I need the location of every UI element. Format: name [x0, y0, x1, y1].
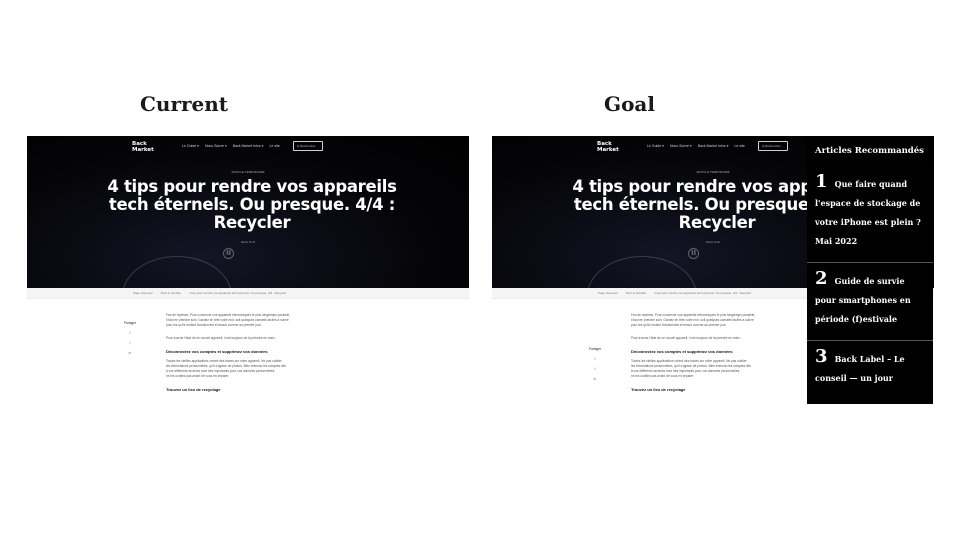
current-label: Current: [140, 92, 229, 116]
article-author: Marie Petit: [240, 240, 256, 244]
text-line: Pour trouver l'état de ce nouvel apparei…: [166, 336, 276, 340]
breadcrumb-item: 4 tips pour rendre vos appareils tech ét…: [653, 291, 752, 295]
subheading: Trouvez un lieu de recyclage: [166, 387, 221, 392]
rec-number: 2: [815, 268, 828, 289]
back-market-logo[interactable]: Back Market: [597, 141, 621, 153]
share-column: Partager f t in: [585, 347, 605, 387]
text-line: Pour trouver l'état de ce nouvel apparei…: [631, 336, 741, 340]
facebook-icon[interactable]: f: [585, 357, 605, 361]
nav-item[interactable]: Back Market Infos ▾: [698, 144, 729, 148]
sidebar-title: Articles Recommandés: [815, 146, 924, 156]
intro-paragraph: Fan de reprises. Pour conserver vos appa…: [631, 313, 781, 328]
recommended-article-2[interactable]: 2 Guide de survie pour smartphones en pé…: [815, 269, 925, 326]
breadcrumb-item[interactable]: Tech et durable: [160, 291, 181, 295]
text-line: pour les qu'ils restent fonctionnels et …: [631, 323, 727, 327]
recommended-article-3[interactable]: 3 Back Label – Le conseil — un jour: [815, 347, 925, 385]
nav-item[interactable]: Le Guide ▾: [647, 144, 664, 148]
divider: [807, 262, 933, 263]
body-paragraph: Toutes les vieilles applications créent …: [166, 359, 316, 379]
section-heading: Déconnectez vos comptes et supprimez vos…: [631, 349, 733, 354]
search-input[interactable]: Q Rechercher: [758, 141, 788, 151]
breadcrumb: Page d'accueil Tech et durable 4 tips po…: [27, 288, 469, 299]
note-paragraph: Pour trouver l'état de ce nouvel apparei…: [166, 336, 316, 341]
breadcrumb-item[interactable]: Tech et durable: [625, 291, 646, 295]
divider: [807, 340, 933, 341]
rec-number: 3: [815, 346, 828, 367]
recommended-article-1[interactable]: 1 Que faire quand l'espace de stockage d…: [815, 172, 925, 248]
twitter-icon[interactable]: t: [120, 341, 140, 345]
current-screenshot: Back Market Le Guide ▾ Nous Suivre ▾ Bac…: [27, 136, 469, 426]
goal-label: Goal: [604, 92, 655, 116]
hero-decoration: [587, 256, 697, 288]
note-paragraph: Pour trouver l'état de ce nouvel apparei…: [631, 336, 781, 341]
article-title: 4 tips pour rendre vos appareils tech ét…: [107, 177, 397, 232]
text-line: pour les qu'ils restent fonctionnels et …: [166, 323, 262, 327]
twitter-icon[interactable]: t: [585, 367, 605, 371]
facebook-icon[interactable]: f: [120, 331, 140, 335]
nav-item[interactable]: Le site: [734, 144, 744, 148]
nav-item[interactable]: Nous Suivre ▾: [205, 144, 227, 148]
rec-number: 1: [815, 171, 828, 192]
rec-title[interactable]: Que faire quand l'espace de stockage de …: [815, 179, 921, 246]
nav-item[interactable]: Le Guide ▾: [182, 144, 199, 148]
linkedin-icon[interactable]: in: [120, 351, 140, 355]
share-label: Partager: [123, 321, 137, 325]
body-paragraph: Toutes les vieilles applications créent …: [631, 359, 781, 379]
share-label: Partager: [588, 347, 602, 351]
breadcrumb-item[interactable]: Page d'accueil: [133, 291, 152, 295]
rec-title[interactable]: Back Label – Le conseil — un jour: [815, 354, 905, 383]
top-nav: Le Guide ▾ Nous Suivre ▾ Back Market Inf…: [647, 144, 745, 148]
section-heading: Déconnectez vos comptes et supprimez vos…: [166, 349, 268, 354]
article-hero: Back Market Le Guide ▾ Nous Suivre ▾ Bac…: [27, 136, 469, 288]
nav-item[interactable]: Back Market Infos ▾: [233, 144, 264, 148]
text-line: ne les oubliez pas avant de vous en sépa…: [631, 374, 695, 378]
subheading: Trouvez un lieu de recyclage: [631, 387, 686, 392]
article-body: Fan de reprises. Pour conserver vos appa…: [631, 313, 781, 397]
breadcrumb-item[interactable]: Page d'accueil: [598, 291, 617, 295]
category-tag: ARTICLE TEMPORAIRE: [231, 170, 265, 174]
share-column: Partager f t in: [120, 321, 140, 361]
search-input[interactable]: Q Rechercher: [293, 141, 323, 151]
hero-decoration: [122, 256, 232, 288]
article-body: Fan de reprises. Pour conserver vos appa…: [166, 313, 316, 397]
link-icon[interactable]: ⛓: [223, 248, 234, 259]
text-line: ne les oubliez pas avant de vous en sépa…: [166, 374, 230, 378]
rec-title[interactable]: Guide de survie pour smartphones en péri…: [815, 276, 911, 324]
back-market-logo[interactable]: Back Market: [132, 141, 156, 153]
link-icon[interactable]: ⛓: [688, 248, 699, 259]
nav-item[interactable]: Le site: [269, 144, 279, 148]
recommended-articles-sidebar: Articles Recommandés 1 Que faire quand l…: [807, 136, 933, 404]
breadcrumb-item: 4 tips pour rendre vos appareils tech ét…: [188, 291, 287, 295]
top-nav: Le Guide ▾ Nous Suivre ▾ Back Market Inf…: [182, 144, 280, 148]
nav-item[interactable]: Nous Suivre ▾: [670, 144, 692, 148]
linkedin-icon[interactable]: in: [585, 377, 605, 381]
intro-paragraph: Fan de reprises. Pour conserver vos appa…: [166, 313, 316, 328]
